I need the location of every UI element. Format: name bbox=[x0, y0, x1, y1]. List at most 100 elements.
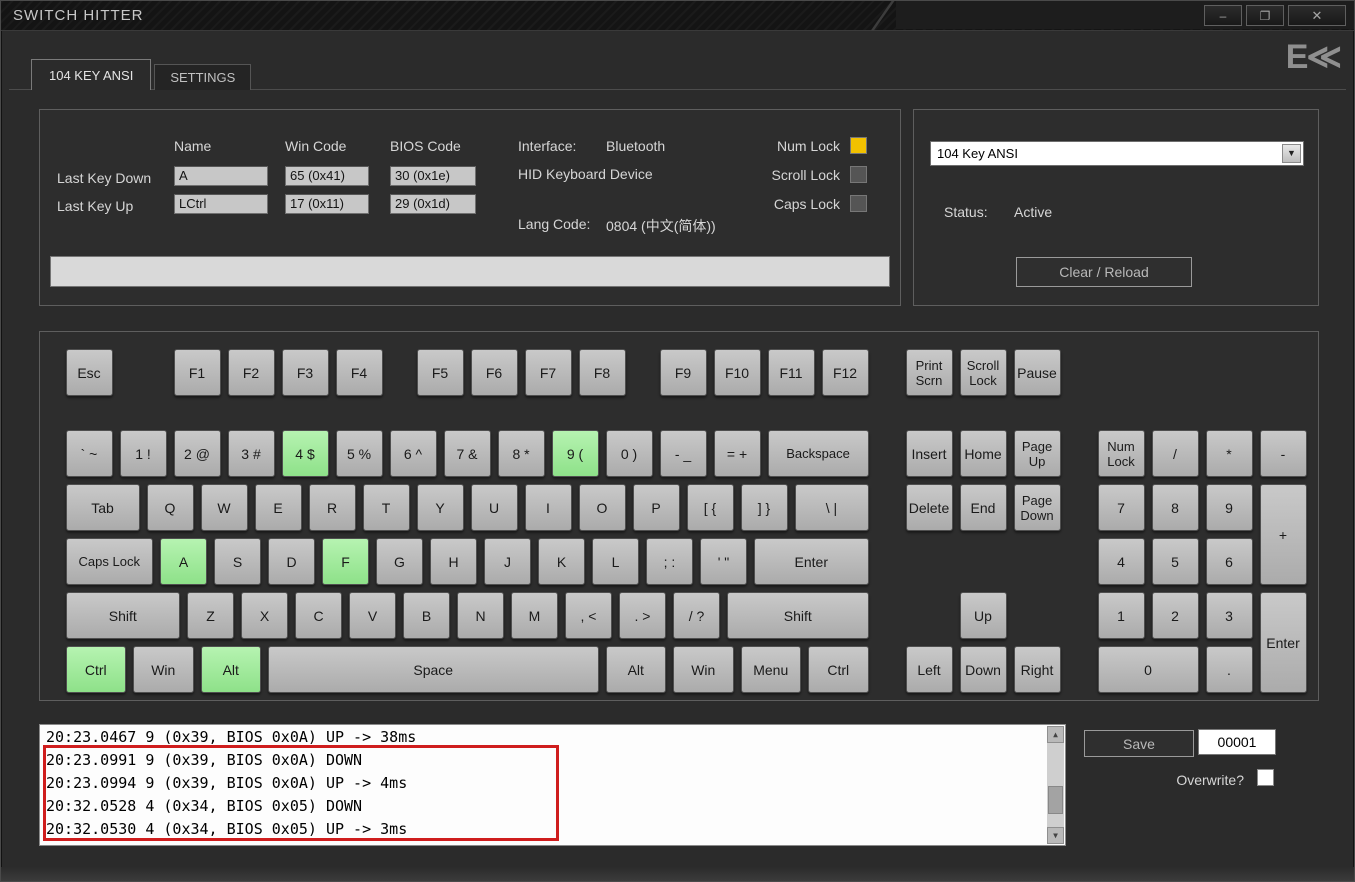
save-button[interactable]: Save bbox=[1084, 730, 1194, 757]
key-cell: 1 ! bbox=[116, 430, 170, 477]
overwrite-label: Overwrite? bbox=[1084, 772, 1244, 788]
key-sym: , < bbox=[565, 592, 612, 639]
log-line: 20:23.0991 9 (0x39, BIOS 0x0A) DOWN bbox=[46, 749, 1041, 772]
key-page-down: Page Down bbox=[1014, 484, 1061, 531]
key-cell: C bbox=[292, 592, 346, 639]
key-cell: 8 bbox=[1148, 484, 1202, 531]
minimize-button[interactable]: – bbox=[1204, 5, 1242, 26]
keyboard-nav-grid: InsertHomePage UpDeleteEndPage DownUpLef… bbox=[902, 430, 1064, 693]
last-key-down-name-field: A bbox=[174, 166, 268, 186]
key-x: X bbox=[241, 592, 288, 639]
key-cell: + bbox=[1256, 484, 1310, 585]
key-cell: 6 bbox=[1202, 538, 1256, 585]
key-alt: Alt bbox=[201, 646, 262, 693]
key-cell: = + bbox=[710, 430, 764, 477]
key-3: 3 bbox=[1206, 592, 1253, 639]
key-alt: Alt bbox=[606, 646, 667, 693]
key-cell: F11 bbox=[764, 349, 818, 396]
key-delete: Delete bbox=[906, 484, 953, 531]
last-key-up-label: Last Key Up bbox=[57, 198, 133, 214]
key-d: D bbox=[268, 538, 315, 585]
key-cell: 5 bbox=[1148, 538, 1202, 585]
key-cell: 2 @ bbox=[170, 430, 224, 477]
key-f9: F9 bbox=[660, 349, 707, 396]
app-window: SWITCH HITTER – ❐ ✕ E≪ 104 KEY ANSI SETT… bbox=[0, 0, 1355, 882]
key-space: Space bbox=[268, 646, 599, 693]
log-line: 20:23.0467 9 (0x39, BIOS 0x0A) UP -> 38m… bbox=[46, 726, 1041, 749]
event-log: 20:23.0467 9 (0x39, BIOS 0x0A) UP -> 38m… bbox=[39, 724, 1066, 846]
caps-lock-indicator bbox=[850, 195, 867, 212]
key-f11: F11 bbox=[768, 349, 815, 396]
key-f6: F6 bbox=[471, 349, 518, 396]
key-cell: Scroll Lock bbox=[956, 349, 1010, 396]
key-cell: F8 bbox=[575, 349, 629, 396]
key-ctrl: Ctrl bbox=[66, 646, 127, 693]
key-sym: * bbox=[1206, 430, 1253, 477]
typing-test-input[interactable] bbox=[50, 256, 890, 287]
key-cell: Delete bbox=[902, 484, 956, 531]
dropdown-arrow-icon[interactable]: ▼ bbox=[1282, 144, 1301, 163]
last-key-down-label: Last Key Down bbox=[57, 170, 151, 186]
key-f4: F4 bbox=[336, 349, 383, 396]
key-cell: W bbox=[197, 484, 251, 531]
key-cell: I bbox=[521, 484, 575, 531]
key-cell: S bbox=[211, 538, 265, 585]
key-print-scrn: Print Scrn bbox=[906, 349, 953, 396]
key-enter: Enter bbox=[754, 538, 869, 585]
column-header-bios-code: BIOS Code bbox=[390, 138, 461, 154]
key-cell: Tab bbox=[62, 484, 143, 531]
key-n: N bbox=[457, 592, 504, 639]
keyboard-nav-fn-row: Print ScrnScroll LockPause bbox=[902, 349, 1064, 396]
maximize-button[interactable]: ❐ bbox=[1246, 5, 1284, 26]
scroll-up-button[interactable]: ▲ bbox=[1047, 726, 1064, 743]
key-cell: M bbox=[508, 592, 562, 639]
key-f5: F5 bbox=[417, 349, 464, 396]
key-page-up: Page Up bbox=[1014, 430, 1061, 477]
key-cell: Pause bbox=[1010, 349, 1064, 396]
key-sym: . bbox=[1206, 646, 1253, 693]
key-cell: F4 bbox=[332, 349, 386, 396]
close-button[interactable]: ✕ bbox=[1288, 5, 1346, 26]
layout-select[interactable]: 104 Key ANSI ▼ bbox=[930, 141, 1304, 166]
scroll-down-button[interactable]: ▼ bbox=[1047, 827, 1064, 844]
key-8: 8 bbox=[1152, 484, 1199, 531]
save-counter-field[interactable]: 00001 bbox=[1198, 729, 1276, 755]
key-spacer bbox=[1010, 538, 1064, 585]
key-cell: [ { bbox=[683, 484, 737, 531]
key-end: End bbox=[960, 484, 1007, 531]
scrollbar-thumb[interactable] bbox=[1048, 786, 1063, 814]
key-sym: / ? bbox=[673, 592, 720, 639]
key-cell: 1 bbox=[1094, 592, 1148, 639]
key-spacer bbox=[956, 538, 1010, 585]
tab-104-key-ansi[interactable]: 104 KEY ANSI bbox=[31, 59, 151, 90]
last-key-down-win-code-field: 65 (0x41) bbox=[285, 166, 369, 186]
key-cell: Print Scrn bbox=[902, 349, 956, 396]
key-sym: ` ~ bbox=[66, 430, 113, 477]
keyboard-row: ` ~1 !2 @3 #4 $5 %6 ^7 &8 *9 (0 )- _= +B… bbox=[62, 430, 872, 477]
key-7: 7 & bbox=[444, 430, 491, 477]
key-l: L bbox=[592, 538, 639, 585]
key-sym: = + bbox=[714, 430, 761, 477]
key-cell: N bbox=[454, 592, 508, 639]
overwrite-checkbox[interactable] bbox=[1257, 769, 1274, 786]
log-scrollbar[interactable]: ▲ ▼ bbox=[1047, 726, 1064, 844]
key-cell: Backspace bbox=[764, 430, 872, 477]
column-header-name: Name bbox=[174, 138, 211, 154]
key-2: 2 @ bbox=[174, 430, 221, 477]
key-cell: ` ~ bbox=[62, 430, 116, 477]
key-8: 8 * bbox=[498, 430, 545, 477]
key-spacer bbox=[629, 349, 656, 396]
scroll-lock-indicator bbox=[850, 166, 867, 183]
key-cell: Y bbox=[413, 484, 467, 531]
window-bottom-frame bbox=[1, 867, 1354, 881]
log-line: 20:23.0994 9 (0x39, BIOS 0x0A) UP -> 4ms bbox=[46, 772, 1041, 795]
clear-reload-button[interactable]: Clear / Reload bbox=[1016, 257, 1192, 287]
key-spacer bbox=[902, 538, 956, 585]
keyboard-nav-block: Print ScrnScroll LockPause InsertHomePag… bbox=[902, 349, 1064, 693]
key-spacer bbox=[1010, 592, 1064, 639]
num-lock-indicator bbox=[850, 137, 867, 154]
key-sym: . > bbox=[619, 592, 666, 639]
tab-settings[interactable]: SETTINGS bbox=[154, 64, 251, 90]
key-menu: Menu bbox=[741, 646, 802, 693]
key-insert: Insert bbox=[906, 430, 953, 477]
